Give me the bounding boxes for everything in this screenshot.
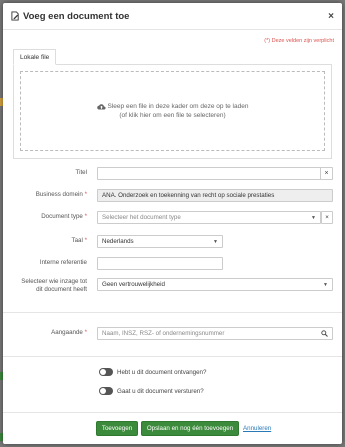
dropzone-instruction: Sleep een file in deze kader om deze op …: [107, 103, 249, 110]
divider: [3, 356, 342, 357]
clear-document-type-button[interactable]: ×: [321, 211, 333, 224]
tab-local-file[interactable]: Lokale file: [13, 49, 57, 65]
required-fields-note: (*) Deze velden zijn verplicht: [264, 38, 334, 44]
document-type-select[interactable]: Selecteer het document type ▼: [97, 211, 321, 224]
search-icon: [321, 330, 328, 337]
received-toggle-label: Hebt u dit document ontvangen?: [117, 368, 207, 376]
aangaande-search-input[interactable]: Naam, INSZ, RSZ- of ondernemingsnummer: [97, 327, 333, 340]
divider: [3, 312, 342, 313]
titel-label: Titel: [75, 169, 87, 176]
cloud-upload-icon: [96, 104, 106, 110]
file-dropzone[interactable]: Sleep een file in deze kader om deze op …: [20, 71, 325, 151]
taal-label: Taal *: [71, 237, 87, 244]
add-button[interactable]: Toevoegen: [96, 421, 138, 436]
chevron-down-icon: ▼: [323, 281, 328, 288]
chevron-down-icon: ▼: [311, 214, 316, 221]
send-toggle-row[interactable]: Gaat u dit document versturen?: [99, 387, 204, 395]
inzage-select[interactable]: Geen vertrouwelijkheid ▼: [97, 278, 333, 291]
modal-footer: Toevoegen Opslaan en nog één toevoegen A…: [3, 412, 342, 444]
taal-select[interactable]: Nederlands ▼: [97, 235, 223, 248]
add-document-modal: Voeg een document toe × (*) Deze velden …: [3, 3, 342, 444]
business-domein-field: ANA. Onderzoek en toekenning van recht o…: [97, 189, 333, 202]
close-button[interactable]: ×: [328, 11, 334, 22]
modal-title: Voeg een document toe: [23, 10, 130, 22]
dropzone-hint: (of klik hier om een file te selecteren): [119, 112, 226, 119]
document-edit-icon: [11, 11, 19, 21]
interne-referentie-input[interactable]: [97, 257, 223, 270]
received-toggle-row[interactable]: Hebt u dit document ontvangen?: [99, 368, 206, 376]
send-toggle[interactable]: [99, 387, 113, 395]
save-and-add-another-button[interactable]: Opslaan en nog één toevoegen: [141, 421, 239, 436]
send-toggle-label: Gaat u dit document versturen?: [117, 387, 204, 395]
interne-referentie-label: Interne referentie: [39, 259, 87, 266]
upload-panel: Sleep een file in deze kader om deze op …: [13, 65, 332, 159]
received-toggle[interactable]: [99, 368, 113, 376]
aangaande-label: Aangaande *: [51, 329, 87, 336]
chevron-down-icon: ▼: [213, 238, 218, 245]
inzage-label: Selecteer wie inzage tot dit document hee…: [21, 278, 87, 293]
cancel-link[interactable]: Annuleren: [243, 425, 271, 432]
clear-titel-icon[interactable]: ×: [320, 167, 332, 180]
document-type-label: Document type *: [41, 213, 87, 220]
modal-header: Voeg een document toe ×: [3, 3, 342, 30]
upload-tabs: Lokale file: [13, 49, 332, 65]
titel-input[interactable]: ×: [97, 167, 333, 180]
business-domein-label: Business domein *: [35, 191, 87, 198]
